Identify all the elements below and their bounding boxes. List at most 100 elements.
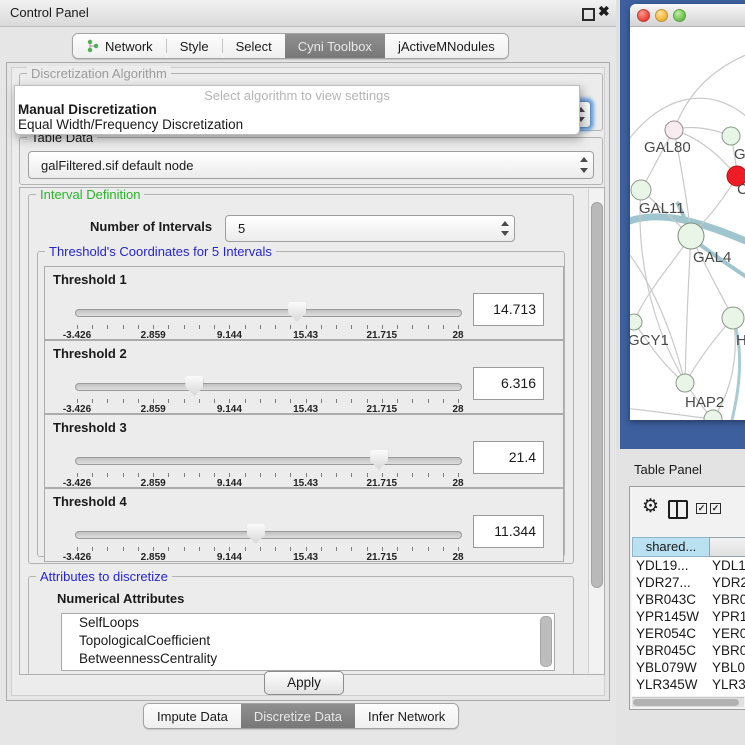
- network-node-label: H: [736, 332, 745, 349]
- vertical-scrollbar-track[interactable]: [588, 189, 604, 673]
- table-row[interactable]: YDR27...YDR2: [632, 574, 745, 591]
- table-cell[interactable]: YBR043C: [632, 591, 708, 608]
- network-node-label: GCY1: [630, 332, 669, 349]
- network-edge[interactable]: [674, 54, 745, 130]
- column-header-name[interactable]: na: [709, 537, 745, 557]
- combobox-value: 5: [226, 221, 496, 236]
- combobox-value: galFiltered.sif default node: [29, 158, 575, 173]
- tab-label: Infer Network: [368, 709, 445, 724]
- table-cell[interactable]: YER054C: [632, 625, 708, 642]
- network-node-label: HAP2: [685, 394, 724, 411]
- network-edge[interactable]: [685, 236, 691, 383]
- table-header-row: shared... na: [632, 537, 745, 557]
- tab-discretize-data[interactable]: Discretize Data: [241, 704, 355, 728]
- tab-label: Network: [105, 39, 153, 54]
- checkbox-icon[interactable]: ✓: [710, 503, 721, 514]
- slider-thumb[interactable]: [247, 524, 265, 544]
- table-cell[interactable]: YIL0: [708, 693, 740, 696]
- table-cell[interactable]: YBR0: [708, 591, 745, 608]
- network-edge[interactable]: [685, 318, 733, 383]
- tab-jactivemnodules[interactable]: jActiveMNodules: [385, 34, 508, 58]
- table-cell[interactable]: YBL079W: [632, 659, 708, 676]
- vertical-scrollbar-thumb[interactable]: [591, 202, 603, 588]
- split-columns-icon[interactable]: [668, 500, 688, 519]
- table-cell[interactable]: YER0: [708, 625, 745, 642]
- network-node[interactable]: [722, 307, 744, 329]
- column-header-shared-name[interactable]: shared...: [632, 537, 709, 557]
- tab-style[interactable]: Style: [167, 34, 222, 58]
- mac-minimize-icon[interactable]: [655, 9, 668, 22]
- threshold-value-field[interactable]: 14.713: [473, 293, 544, 326]
- slider-thumb[interactable]: [370, 450, 388, 470]
- mac-close-icon[interactable]: [637, 9, 650, 22]
- tab-impute-data[interactable]: Impute Data: [144, 704, 241, 728]
- network-node[interactable]: [631, 180, 651, 200]
- tab-cyni-toolbox[interactable]: Cyni Toolbox: [285, 34, 385, 58]
- table-cell[interactable]: YPR145W: [632, 608, 708, 625]
- tab-network[interactable]: Network: [73, 34, 166, 58]
- table-cell[interactable]: YLR3: [708, 676, 745, 693]
- attribute-list-item[interactable]: SelfLoops: [62, 614, 554, 632]
- table-row[interactable]: YBR043CYBR0: [632, 591, 745, 608]
- apply-button[interactable]: Apply: [264, 671, 344, 695]
- network-node[interactable]: [678, 223, 704, 249]
- table-cell[interactable]: YBR045C: [632, 642, 708, 659]
- table-row[interactable]: YDL19...YDL1: [632, 557, 745, 574]
- tab-label: jActiveMNodules: [398, 39, 495, 54]
- checkbox-icon[interactable]: ✓: [696, 503, 707, 514]
- table-cell[interactable]: YDR27...: [632, 574, 708, 591]
- table-row[interactable]: YBL079WYBL0: [632, 659, 745, 676]
- table-cell[interactable]: YBR0: [708, 642, 745, 659]
- table-cell[interactable]: YBL0: [708, 659, 745, 676]
- slider-track[interactable]: [75, 309, 462, 317]
- number-of-intervals-combobox[interactable]: 5: [225, 215, 515, 242]
- dropdown-item-manual-discretization[interactable]: Manual Discretization: [18, 102, 157, 117]
- threshold-value-field[interactable]: 11.344: [473, 515, 544, 548]
- cyni-bottom-tabs: Impute Data Discretize Data Infer Networ…: [143, 703, 459, 729]
- slider-track[interactable]: [75, 383, 462, 391]
- slider-thumb[interactable]: [185, 376, 203, 396]
- dropdown-item-equal-width-frequency[interactable]: Equal Width/Frequency Discretization: [18, 117, 243, 132]
- table-row[interactable]: YIL052CYIL0: [632, 693, 745, 696]
- table-cell[interactable]: YDL1: [708, 557, 745, 574]
- network-node[interactable]: [676, 374, 694, 392]
- table-cell[interactable]: YLR345W: [632, 676, 708, 693]
- attribute-list-item[interactable]: BetweennessCentrality: [62, 650, 554, 668]
- network-canvas[interactable]: GAL80GACGAL11GAL4GCY1HHAP2: [630, 26, 745, 420]
- tab-label: Cyni Toolbox: [298, 39, 372, 54]
- tab-select[interactable]: Select: [223, 34, 285, 58]
- mac-zoom-icon[interactable]: [673, 9, 686, 22]
- slider-thumb[interactable]: [288, 302, 306, 322]
- table-data-combobox[interactable]: galFiltered.sif default node: [28, 151, 594, 179]
- close-icon[interactable]: ✖: [598, 3, 610, 20]
- table-row[interactable]: YBR045CYBR0: [632, 642, 745, 659]
- horizontal-scrollbar-thumb[interactable]: [633, 699, 739, 706]
- list-scrollbar-thumb[interactable]: [540, 616, 552, 667]
- float-window-icon[interactable]: [582, 8, 595, 21]
- attribute-list-item[interactable]: TopologicalCoefficient: [62, 632, 554, 650]
- slider-tick-label: 21.715: [367, 552, 398, 563]
- table-cell[interactable]: YDR2: [708, 574, 745, 591]
- table-cell[interactable]: YPR1: [708, 608, 745, 625]
- network-node[interactable]: [630, 314, 642, 330]
- network-edge[interactable]: [634, 236, 691, 322]
- threshold-value-field[interactable]: 21.4: [473, 441, 544, 474]
- table-row[interactable]: YLR345WYLR3: [632, 676, 745, 693]
- table-cell[interactable]: YDL19...: [632, 557, 708, 574]
- network-node[interactable]: [722, 127, 740, 145]
- combobox-stepper-icon: [575, 152, 593, 178]
- horizontal-scrollbar-track[interactable]: [632, 697, 744, 707]
- network-node-label: GAL11: [639, 200, 685, 217]
- table-cell[interactable]: YIL052C: [632, 693, 708, 696]
- threshold-slider: -3.4262.8599.14415.4321.71528: [75, 301, 460, 339]
- gear-icon[interactable]: ⚙: [642, 495, 659, 518]
- table-row[interactable]: YER054CYER0: [632, 625, 745, 642]
- slider-tick-label: 2.859: [141, 552, 166, 563]
- threshold-label: Threshold 1: [53, 272, 127, 287]
- network-node[interactable]: [665, 121, 683, 139]
- tab-infer-network[interactable]: Infer Network: [355, 704, 458, 728]
- threshold-value-field[interactable]: 6.316: [473, 367, 544, 400]
- slider-track[interactable]: [75, 531, 462, 539]
- table-row[interactable]: YPR145WYPR1: [632, 608, 745, 625]
- slider-track[interactable]: [75, 457, 462, 465]
